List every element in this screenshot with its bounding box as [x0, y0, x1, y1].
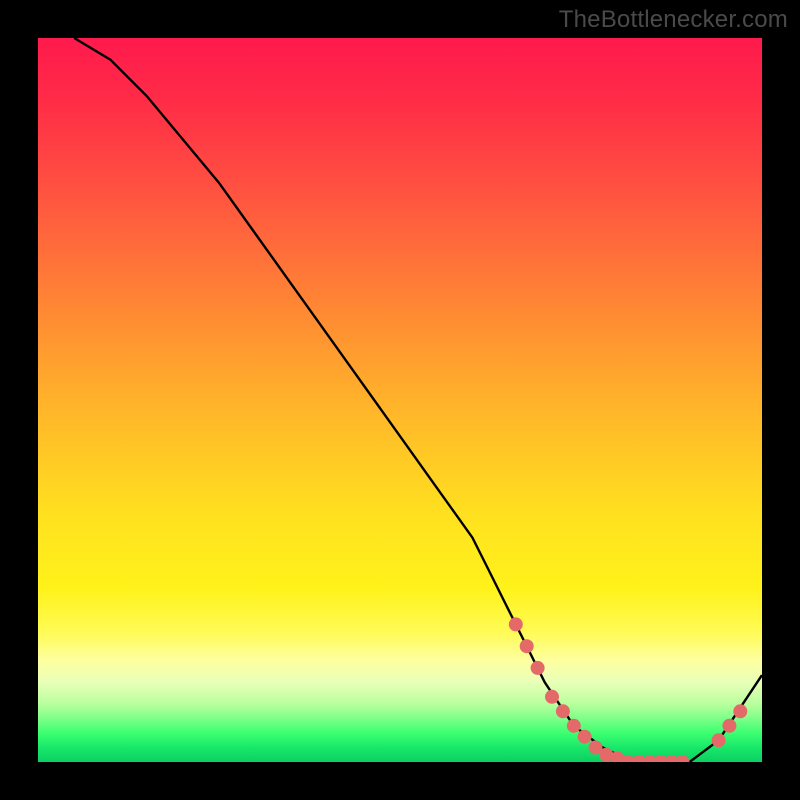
curve-marker [520, 639, 534, 653]
curve-marker [567, 719, 581, 733]
curve-marker [531, 661, 545, 675]
chart-frame: TheBottlenecker.com [0, 0, 800, 800]
curve-marker [578, 730, 592, 744]
curve-marker [509, 617, 523, 631]
curve-marker [722, 719, 736, 733]
watermark-text: TheBottlenecker.com [559, 6, 788, 34]
curve-markers [509, 617, 748, 762]
curve-marker [733, 704, 747, 718]
bottleneck-curve [74, 38, 762, 762]
plot-area [38, 38, 762, 762]
curve-marker [556, 704, 570, 718]
curve-marker [675, 755, 689, 762]
curve-marker [712, 733, 726, 747]
curve-marker [545, 690, 559, 704]
chart-svg [38, 38, 762, 762]
